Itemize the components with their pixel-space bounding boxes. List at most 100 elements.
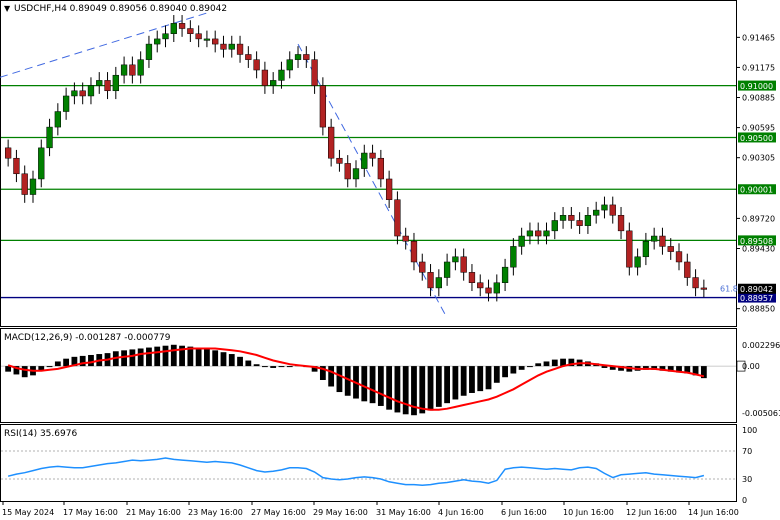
fib-level-label: 61.8	[720, 285, 738, 294]
macd-bar	[444, 366, 451, 404]
candle-body	[361, 152, 368, 169]
macd-bar	[154, 346, 161, 367]
macd-bar	[543, 361, 550, 367]
candle-body	[485, 287, 492, 294]
candle-body	[344, 163, 351, 180]
macd-bar	[527, 366, 533, 368]
candle-body	[4, 147, 12, 159]
chart-canvas: 0.910000.905000.900010.895080.889570.890…	[0, 0, 780, 517]
candle-body	[87, 85, 95, 97]
candle-body	[54, 111, 61, 128]
candle-body	[435, 277, 442, 289]
price-tick-label: 0.90885	[742, 94, 775, 103]
x-tick-label: 12 Jun 16:00	[626, 508, 677, 517]
macd-bar	[129, 349, 136, 367]
rsi-tick-label: 30	[742, 475, 752, 484]
candle-body	[543, 230, 550, 237]
macd-bar	[21, 366, 28, 378]
candle-body	[336, 157, 343, 164]
candle-body	[593, 209, 600, 216]
candle-body	[659, 235, 666, 247]
x-tick-label: 15 May 2024	[2, 508, 54, 517]
candle-body	[319, 85, 327, 128]
candle-body	[667, 246, 674, 252]
macd-bar	[377, 366, 384, 406]
x-tick-label: 4 Jun 16:00	[438, 508, 484, 517]
candle-body	[62, 95, 70, 112]
candle-body	[551, 220, 558, 232]
candle-body	[162, 33, 169, 40]
macd-tick-label: -0.005061	[742, 409, 780, 418]
candle-body	[617, 215, 625, 232]
price-tick-label: 0.90595	[742, 124, 775, 133]
chart-header-icon: ▼	[4, 4, 11, 13]
candle-body	[203, 38, 211, 41]
x-tick-label: 6 Jun 16:00	[501, 508, 547, 517]
candle-body	[79, 90, 86, 97]
candle-body	[584, 215, 592, 226]
price-tick-label: 0.89430	[742, 244, 775, 253]
candle-body	[286, 59, 293, 71]
macd-bar	[121, 350, 127, 367]
candle-body	[700, 287, 708, 290]
candle-body	[452, 256, 459, 263]
macd-bar	[369, 366, 376, 404]
macd-bar	[63, 358, 70, 367]
candle-body	[634, 256, 641, 268]
rsi-label: RSI(14) 35.6976	[4, 429, 77, 439]
x-tick-label: 14 Jun 16:00	[688, 508, 739, 517]
level-price-label: 0.90001	[740, 186, 773, 195]
macd-bar	[162, 345, 169, 367]
candle-body	[303, 54, 310, 60]
candle-body	[270, 80, 277, 86]
macd-bar	[261, 366, 268, 368]
x-tick-label: 21 May 16:00	[126, 508, 181, 517]
candle-body	[137, 59, 144, 76]
candle-body	[427, 272, 434, 289]
x-tick-label: 31 May 16:00	[376, 508, 431, 517]
candle-body	[236, 43, 244, 55]
rsi-tick-label: 0	[742, 496, 747, 505]
candle-body	[651, 235, 658, 242]
macd-bar	[328, 366, 335, 387]
candle-body	[245, 54, 252, 60]
macd-bar	[88, 354, 94, 367]
x-tick-label: 27 May 16:00	[251, 508, 306, 517]
macd-bar	[228, 354, 235, 367]
macd-bar	[361, 366, 368, 402]
macd-bar	[245, 360, 252, 367]
candle-body	[535, 230, 542, 237]
price-tick-label: 0.90305	[742, 154, 775, 163]
candle-body	[568, 215, 575, 221]
macd-bar	[402, 366, 409, 415]
macd-tick-label: 0.00	[742, 362, 760, 371]
candle-body	[460, 256, 467, 273]
candle-body	[261, 69, 269, 86]
candle-body	[609, 204, 616, 216]
candle-body	[21, 173, 28, 195]
macd-bar	[435, 366, 442, 407]
macd-bar	[510, 366, 517, 374]
candle-body	[29, 178, 37, 195]
candle-body	[410, 240, 418, 263]
macd-bar	[286, 366, 293, 368]
candle-body	[684, 261, 691, 278]
candle-body	[642, 240, 650, 258]
macd-bar	[551, 359, 558, 367]
candle-body	[46, 126, 53, 149]
price-tick-label: 0.91175	[742, 63, 775, 72]
macd-bar	[477, 366, 484, 392]
macd-bar	[419, 366, 426, 414]
candle-body	[120, 64, 128, 76]
candle-body	[394, 199, 401, 237]
rsi-tick-label: 70	[742, 447, 752, 456]
candle-body	[112, 74, 119, 92]
macd-bar	[195, 347, 202, 367]
macd-bar	[535, 363, 542, 367]
candle-body	[311, 59, 318, 86]
macd-bar	[502, 366, 508, 378]
candle-body	[518, 235, 525, 247]
macd-bar	[469, 366, 475, 393]
candle-body	[443, 261, 451, 278]
macd-label: MACD(12,26,9) -0.001287 -0.000779	[4, 333, 171, 343]
